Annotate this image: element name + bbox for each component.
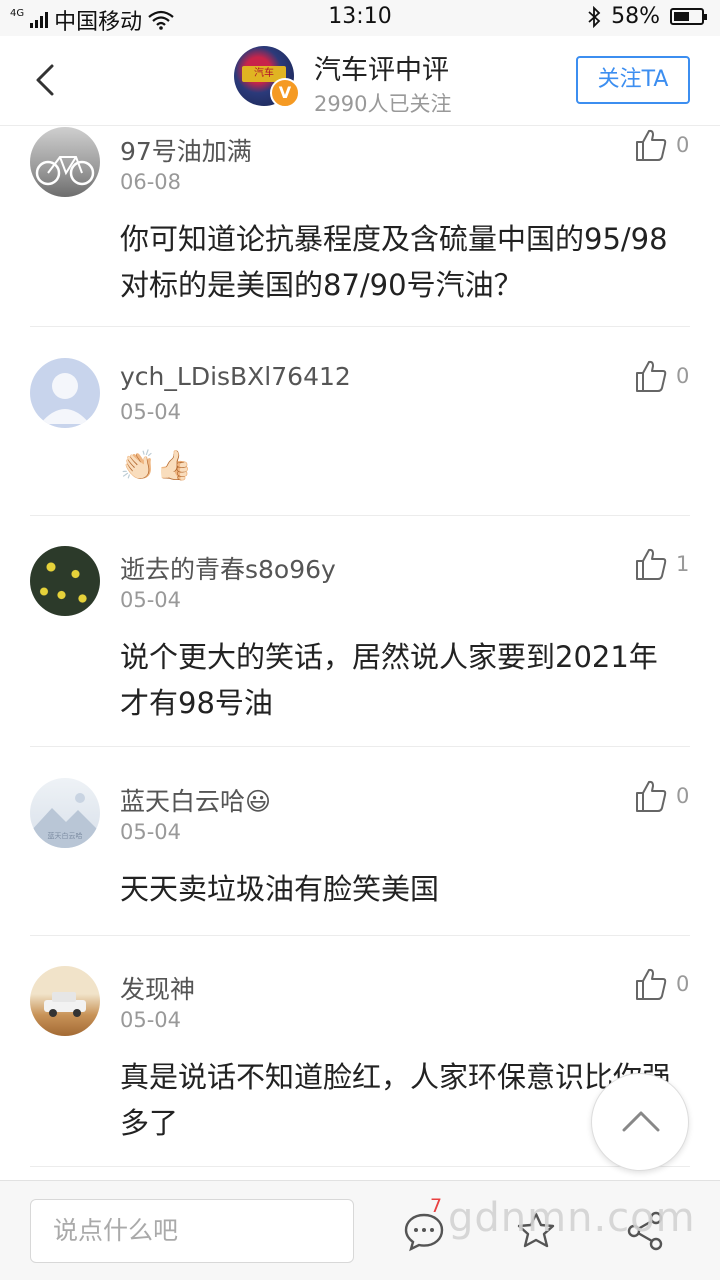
comment-text: 天天卖垃圾油有脸笑美国: [120, 872, 440, 906]
comment-item: 逝去的青春s8o96y 05-04 说个更大的笑话，居然说人家要到2021年才有…: [0, 546, 720, 746]
thumbs-up-icon[interactable]: [634, 359, 668, 393]
comment-divider: [30, 746, 690, 747]
thumbs-up-icon[interactable]: [634, 779, 668, 813]
comment-username[interactable]: 97号油加满: [120, 132, 252, 168]
bluetooth-icon: [588, 5, 601, 28]
car-icon: [44, 992, 86, 1017]
comment-date: 05-04: [120, 400, 182, 424]
comment-divider: [30, 515, 690, 516]
user-avatar[interactable]: [30, 966, 100, 1036]
comment-username[interactable]: 蓝天白云哈😃: [120, 782, 271, 818]
user-avatar[interactable]: [30, 358, 100, 428]
comment-date: 06-08: [120, 170, 182, 194]
default-user-icon: [40, 373, 90, 424]
like-count: 0: [676, 133, 690, 157]
thumbs-up-icon[interactable]: [634, 547, 668, 581]
thumbs-up-icon[interactable]: [634, 128, 668, 162]
comment-username[interactable]: ych_LDisBXl76412: [120, 362, 351, 391]
like-count: 0: [676, 784, 690, 808]
user-avatar[interactable]: [30, 546, 100, 616]
status-bar: 4G 中国移动 13:10 58%: [0, 0, 720, 36]
comment-divider: [30, 326, 690, 327]
comment-text: 👏🏻👍🏻: [120, 448, 193, 482]
bottom-action-bar: 说点什么吧 7 gdnmn.com: [0, 1180, 720, 1280]
comment-item: 97号油加满 06-08 你可知道论抗暴程度及含硫量中国的95/98对标的是美国…: [0, 127, 720, 327]
comment-item: 蓝天白云哈 蓝天白云哈😃 05-04 天天卖垃圾油有脸笑美国 0: [0, 778, 720, 936]
comment-item: ych_LDisBXl76412 05-04 👏🏻👍🏻 0: [0, 358, 720, 516]
chevron-up-icon: [622, 1111, 660, 1132]
comment-date: 05-04: [120, 588, 182, 612]
comment-username[interactable]: 逝去的青春s8o96y: [120, 550, 336, 586]
comment-count-badge: 7: [430, 1195, 443, 1217]
back-arrow-icon[interactable]: [28, 60, 64, 100]
verified-badge-icon: V: [270, 78, 300, 108]
comment-date: 05-04: [120, 820, 182, 844]
channel-title: 汽车评中评: [314, 55, 449, 86]
follower-count: 2990人已关注: [314, 92, 452, 116]
like-count: 1: [676, 552, 690, 576]
scroll-to-top-button[interactable]: [591, 1073, 689, 1171]
user-avatar[interactable]: 蓝天白云哈: [30, 778, 100, 848]
battery-icon: [670, 8, 707, 25]
comment-date: 05-04: [120, 1008, 182, 1032]
battery-fill: [674, 12, 689, 21]
like-count: 0: [676, 364, 690, 388]
avatar-caption: 蓝天白云哈: [48, 831, 83, 840]
bicycle-icon: [35, 156, 95, 186]
comment-text: 说个更大的笑话，居然说人家要到2021年才有98号油: [120, 640, 658, 720]
comment-divider: [30, 1166, 690, 1167]
comment-username[interactable]: 发现神: [120, 970, 195, 1006]
battery-percent: 58%: [611, 4, 660, 29]
comment-input[interactable]: 说点什么吧: [30, 1199, 354, 1263]
mountain-landscape-icon: 蓝天白云哈: [30, 793, 100, 848]
status-right: 58%: [587, 4, 707, 29]
thumbs-up-icon[interactable]: [634, 967, 668, 1001]
user-avatar[interactable]: [30, 127, 100, 197]
watermark-text: gdnmn.com: [448, 1195, 696, 1241]
like-count: 0: [676, 972, 690, 996]
comment-list[interactable]: 97号油加满 06-08 你可知道论抗暴程度及含硫量中国的95/98对标的是美国…: [0, 127, 720, 1180]
comment-text: 你可知道论抗暴程度及含硫量中国的95/98对标的是美国的87/90号汽油？: [120, 222, 668, 302]
comment-divider: [30, 935, 690, 936]
profile-header: 汽车 V 汽车评中评 2990人已关注 关注TA: [0, 36, 720, 126]
follow-button[interactable]: 关注TA: [576, 56, 690, 104]
